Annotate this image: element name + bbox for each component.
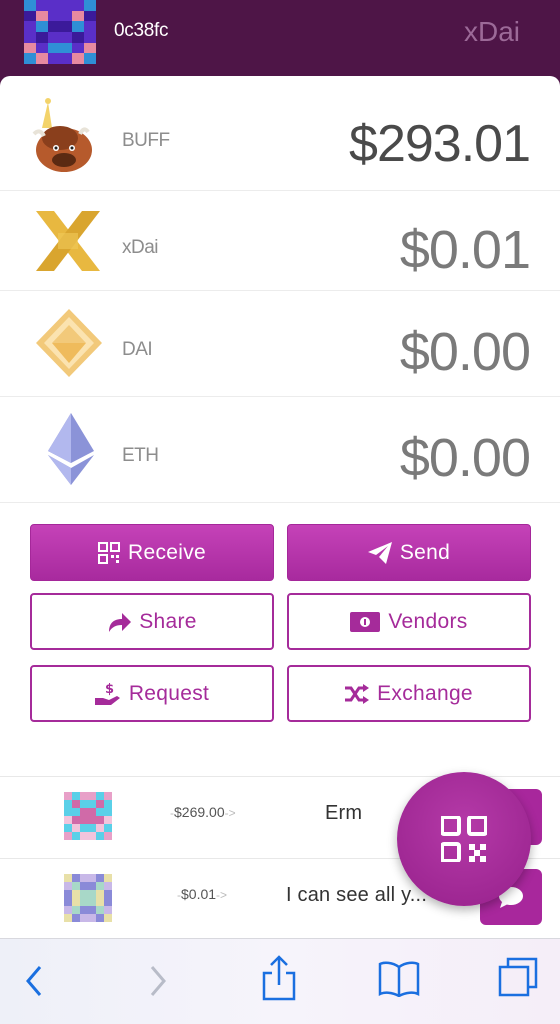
svg-text:$: $ [105, 682, 114, 697]
browser-toolbar [0, 938, 560, 1024]
paper-plane-icon [367, 541, 392, 564]
qr-code-icon [98, 541, 121, 564]
send-button[interactable]: Send [287, 524, 531, 581]
receive-label: Receive [128, 540, 206, 564]
request-button[interactable]: $ Request [30, 665, 274, 722]
transaction-amount: -$269.00-> [170, 804, 236, 820]
money-bill-icon [350, 611, 381, 632]
share-button[interactable]: Share [30, 593, 274, 650]
token-balance: $0.00 [399, 322, 531, 382]
token-balance: $0.00 [399, 428, 531, 488]
dai-icon [34, 307, 104, 384]
arrow-right-icon: -> [216, 888, 228, 902]
token-row-eth[interactable]: ETH $0.00 [0, 397, 560, 503]
token-name: DAI [122, 339, 153, 360]
share-arrow-icon [109, 612, 132, 632]
amount-value: $0.01 [181, 886, 217, 902]
network-name: xDai [463, 16, 520, 47]
bookmarks-icon[interactable] [378, 961, 420, 997]
token-balance: $293.01 [349, 115, 531, 173]
vendors-button[interactable]: Vendors [287, 593, 531, 650]
exchange-label: Exchange [377, 681, 473, 705]
token-balance: $0.01 [399, 220, 531, 280]
buffalo-icon [30, 98, 94, 181]
xdai-icon [34, 209, 102, 278]
transaction-message: Erm [325, 802, 363, 824]
exchange-button[interactable]: Exchange [287, 665, 531, 722]
qr-code-icon [441, 816, 487, 862]
eth-icon [48, 413, 94, 490]
send-label: Send [399, 540, 451, 564]
back-icon[interactable] [22, 961, 46, 1001]
scan-qr-button[interactable] [397, 772, 531, 906]
forward-icon[interactable] [146, 961, 170, 1001]
transaction-message: I can see all y... [286, 884, 428, 906]
hand-holding-dollar-icon: $ [94, 682, 120, 705]
sender-avatar [64, 792, 112, 840]
token-row-xdai[interactable]: xDai $0.01 [0, 191, 560, 291]
account-avatar[interactable] [24, 0, 96, 65]
share-label: Share [139, 609, 197, 633]
account-address[interactable]: 0c38fc [114, 20, 168, 42]
transaction-amount: -$0.01-> [177, 886, 227, 902]
receive-button[interactable]: Receive [30, 524, 274, 581]
app-header: 0c38fc xDai [0, 0, 560, 76]
shuffle-icon [345, 683, 370, 704]
token-name: ETH [122, 445, 159, 466]
token-row-dai[interactable]: DAI $0.00 [0, 291, 560, 397]
arrow-right-icon: -> [224, 806, 236, 820]
amount-value: $269.00 [174, 804, 225, 820]
request-label: Request [128, 681, 210, 705]
token-row-buff[interactable]: BUFF $293.01 [0, 76, 560, 191]
vendors-label: Vendors [388, 609, 468, 633]
share-icon[interactable] [262, 955, 296, 1001]
sender-avatar [64, 874, 112, 922]
tabs-icon[interactable] [498, 957, 538, 997]
token-name: BUFF [122, 130, 170, 151]
token-name: xDai [122, 237, 159, 258]
